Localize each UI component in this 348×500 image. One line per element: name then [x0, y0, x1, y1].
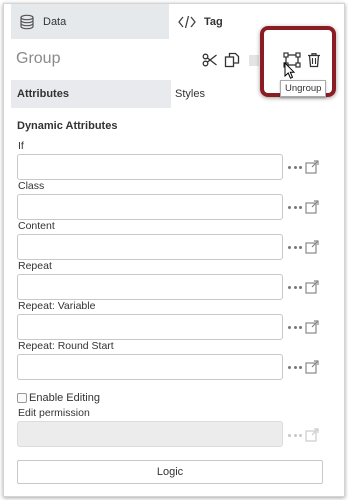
database-icon [19, 14, 35, 30]
tab-attributes-label: Attributes [17, 88, 69, 100]
group-title: Group [16, 50, 61, 67]
external-link-icon[interactable] [305, 160, 319, 174]
field-label-repeat-round-start: Repeat: Round Start [18, 340, 114, 352]
field-label-content: Content [18, 220, 55, 232]
class-input[interactable] [17, 194, 283, 220]
more-icon[interactable] [288, 280, 302, 294]
more-icon[interactable] [288, 160, 302, 174]
copy-icon[interactable] [222, 50, 242, 70]
tab-styles-label: Styles [175, 88, 205, 100]
enable-editing-label: Enable Editing [29, 392, 100, 404]
mouse-cursor-icon [284, 62, 296, 79]
more-icon[interactable] [288, 360, 302, 374]
edit-permission-input [17, 421, 283, 447]
more-icon [288, 428, 302, 442]
section-title: Dynamic Attributes [17, 120, 118, 132]
field-label-class: Class [18, 180, 45, 192]
code-icon [178, 15, 196, 29]
logic-button[interactable]: Logic [17, 460, 323, 484]
tab-data-label: Data [43, 15, 67, 28]
external-link-icon[interactable] [305, 360, 319, 374]
external-link-icon[interactable] [305, 240, 319, 254]
more-icon[interactable] [288, 200, 302, 214]
field-label-repeat: Repeat [18, 260, 52, 272]
enable-editing-row[interactable]: Enable Editing [17, 392, 100, 404]
external-link-icon [305, 428, 319, 442]
ungroup-tooltip: Ungroup [280, 80, 327, 97]
external-link-icon[interactable] [305, 280, 319, 294]
field-label-edit-permission: Edit permission [18, 407, 90, 419]
more-icon[interactable] [288, 320, 302, 334]
repeat-round-start-input[interactable] [17, 354, 283, 380]
tab-attributes[interactable]: Attributes [11, 80, 171, 108]
more-icon[interactable] [288, 240, 302, 254]
enable-editing-checkbox[interactable] [17, 393, 27, 403]
scissors-icon[interactable] [200, 50, 220, 70]
content-input[interactable] [17, 234, 283, 260]
repeat-variable-input[interactable] [17, 314, 283, 340]
tab-data[interactable]: Data [11, 4, 169, 39]
if-input[interactable] [17, 154, 283, 180]
field-label-repeat-variable: Repeat: Variable [18, 300, 96, 312]
external-link-icon[interactable] [305, 320, 319, 334]
field-label-if: If [18, 140, 24, 152]
logic-button-label: Logic [156, 466, 184, 478]
repeat-input[interactable] [17, 274, 283, 300]
external-link-icon[interactable] [305, 200, 319, 214]
tab-tag-label: Tag [204, 15, 223, 28]
